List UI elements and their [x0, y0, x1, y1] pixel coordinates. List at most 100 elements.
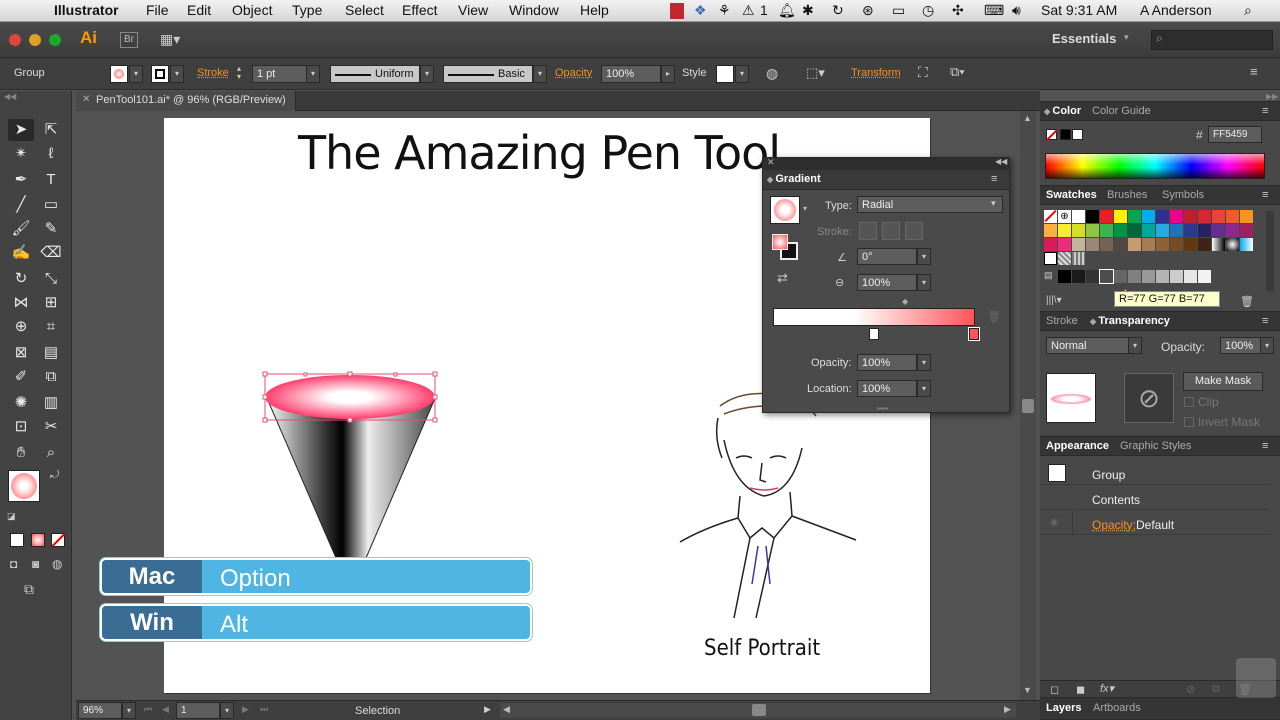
stroke-weight-stepper[interactable]: ▴ ▾ — [237, 65, 241, 81]
more-options-icon[interactable]: ⧉▾ — [950, 64, 965, 80]
swatch[interactable] — [1170, 224, 1183, 237]
width-tool-icon[interactable]: ⋈ — [8, 292, 34, 314]
profile-dropdown-icon[interactable]: ▾ — [420, 65, 434, 83]
paw-icon[interactable]: ✱ — [802, 2, 814, 19]
swatch[interactable] — [1198, 210, 1211, 223]
type-dropdown-icon[interactable]: ▾ — [991, 198, 996, 209]
sync-icon[interactable]: ⚘ — [718, 2, 731, 19]
selection-tool-icon[interactable]: ➤ — [8, 119, 34, 141]
delete-swatch-icon[interactable]: 🗑︎ — [1240, 295, 1254, 308]
direct-selection-tool-icon[interactable]: ⇱ — [38, 119, 64, 141]
adobe-notify-icon[interactable]: ⚠ — [742, 2, 755, 19]
swatches-panel-menu-icon[interactable]: ≡ — [1262, 189, 1268, 201]
none-color-icon[interactable] — [1046, 129, 1058, 141]
stroke-across-button[interactable] — [905, 222, 923, 240]
collapse-dock-icon[interactable]: ▶▶ — [1266, 92, 1278, 101]
tab-stroke[interactable]: Stroke — [1046, 315, 1078, 327]
hex-value-field[interactable]: FF5459 — [1208, 126, 1262, 143]
gradient-panel-menu-icon[interactable]: ≡ — [991, 173, 997, 185]
accessibility-icon[interactable]: ⊛ — [862, 2, 874, 19]
bell-icon[interactable]: 🔔︎ — [778, 2, 796, 19]
stroke-weight-field[interactable]: 1 pt — [252, 65, 308, 83]
gradient-tab[interactable]: ◆ Gradient — [767, 173, 821, 185]
invert-mask-checkbox[interactable] — [1184, 417, 1194, 427]
stop-location-dropdown-icon[interactable]: ▾ — [917, 380, 931, 397]
mesh-tool-icon[interactable]: ⊠ — [8, 342, 34, 364]
horizontal-scroll-thumb[interactable] — [752, 704, 766, 716]
scroll-up-icon[interactable]: ▲ — [1023, 113, 1032, 123]
gradient-cone-illustration[interactable] — [254, 368, 554, 568]
tab-symbols[interactable]: Symbols — [1162, 189, 1204, 201]
minimize-window-button[interactable] — [29, 34, 41, 46]
swatch[interactable] — [1198, 224, 1211, 237]
stroke-dropdown-icon[interactable]: ▾ — [170, 65, 184, 83]
status-menu-icon[interactable]: ▶ — [484, 704, 491, 715]
opacity-field[interactable]: 100% — [601, 65, 661, 83]
swatch[interactable] — [1086, 270, 1099, 283]
control-panel-menu-icon[interactable]: ≡ — [1250, 64, 1258, 79]
swatch[interactable] — [1184, 210, 1197, 223]
brush-dropdown-icon[interactable]: ▾ — [533, 65, 547, 83]
volume-icon[interactable]: 🔊︎ — [1012, 2, 1021, 19]
magic-wand-tool-icon[interactable]: ✴ — [8, 143, 34, 165]
prev-artboard-icon[interactable]: ◀ — [162, 704, 169, 715]
black-color-chip[interactable] — [1060, 129, 1071, 140]
stroke-weight-dropdown-icon[interactable]: ▾ — [306, 65, 320, 83]
stroke-along-button[interactable] — [882, 222, 900, 240]
swatch[interactable] — [1100, 238, 1113, 251]
artboard-tool-icon[interactable]: ⊡ — [8, 416, 34, 438]
collapse-toolbox-icon[interactable]: ◀◀ — [4, 92, 16, 101]
color-mode-button[interactable] — [10, 533, 24, 547]
swatch-folder-icon[interactable] — [1044, 252, 1057, 265]
swatch[interactable] — [1156, 270, 1169, 283]
artboard-number-field[interactable]: 1 — [176, 702, 220, 719]
duplicate-item-icon[interactable]: ⧉ — [1212, 683, 1220, 696]
close-window-button[interactable] — [9, 34, 21, 46]
draw-inside-icon[interactable]: ◍ — [52, 557, 62, 571]
swatch[interactable] — [1086, 210, 1099, 223]
align-options-icon[interactable]: ⬚▾ — [806, 65, 825, 81]
vertical-scrollbar[interactable]: ▲ ▼ — [1020, 111, 1036, 700]
menu-object[interactable]: Object — [232, 2, 272, 18]
aspect-dropdown-icon[interactable]: ▾ — [917, 274, 931, 291]
scroll-left-icon[interactable]: ◀ — [503, 704, 510, 715]
swatch[interactable] — [1044, 224, 1057, 237]
swatch[interactable] — [1142, 210, 1155, 223]
stop-opacity-field[interactable]: 100% — [857, 354, 917, 371]
menu-file[interactable]: File — [146, 2, 169, 18]
refresh-icon[interactable]: ↻ — [832, 2, 844, 19]
scroll-right-icon[interactable]: ▶ — [1004, 704, 1011, 715]
swatch-pattern[interactable] — [1058, 252, 1071, 265]
workspace-switcher[interactable]: Essentials — [1052, 31, 1116, 46]
swatch[interactable] — [1184, 224, 1197, 237]
midpoint-diamond[interactable]: ◆ — [902, 297, 908, 306]
swatch[interactable] — [1114, 224, 1127, 237]
free-transform-tool-icon[interactable]: ⊞ — [38, 292, 64, 314]
workspace-chevron-icon[interactable]: ▾ — [1124, 32, 1129, 43]
gradient-tool-icon[interactable]: ▤ — [38, 342, 64, 364]
gradient-stop-pink[interactable] — [968, 327, 980, 341]
delete-stop-icon[interactable]: 🗑︎ — [987, 310, 1001, 323]
swatch-group-folder-icon[interactable]: ▤ — [1044, 270, 1057, 283]
display-icon[interactable]: ▭ — [892, 2, 905, 19]
last-artboard-icon[interactable]: ⏭ — [260, 704, 268, 715]
swatch-libraries-icon[interactable]: |||\▾ — [1046, 295, 1062, 306]
close-panel-icon[interactable]: ✕ — [767, 157, 775, 168]
blend-mode-select[interactable]: Normal — [1046, 337, 1136, 354]
screen-mode-icon[interactable]: ⧉ — [24, 581, 34, 598]
tab-artboards[interactable]: Artboards — [1093, 702, 1141, 714]
help-search-input[interactable]: ⌕ — [1151, 30, 1273, 50]
gradient-slider-bar[interactable] — [773, 308, 975, 326]
swatch[interactable] — [1226, 210, 1239, 223]
angle-dropdown-icon[interactable]: ▾ — [917, 248, 931, 265]
gradient-type-select[interactable]: Radial — [857, 196, 1003, 213]
type-tool-icon[interactable]: T — [38, 169, 64, 191]
tab-graphic-styles[interactable]: Graphic Styles — [1120, 440, 1192, 452]
tab-brushes[interactable]: Brushes — [1107, 189, 1147, 201]
swatch[interactable] — [1128, 238, 1141, 251]
swatch[interactable] — [1212, 210, 1225, 223]
shape-builder-tool-icon[interactable]: ⊕ — [8, 316, 34, 338]
stroke-color-swatch[interactable] — [151, 65, 169, 83]
zoom-window-button[interactable] — [49, 34, 61, 46]
bluetooth-icon[interactable]: ✣ — [952, 2, 964, 19]
